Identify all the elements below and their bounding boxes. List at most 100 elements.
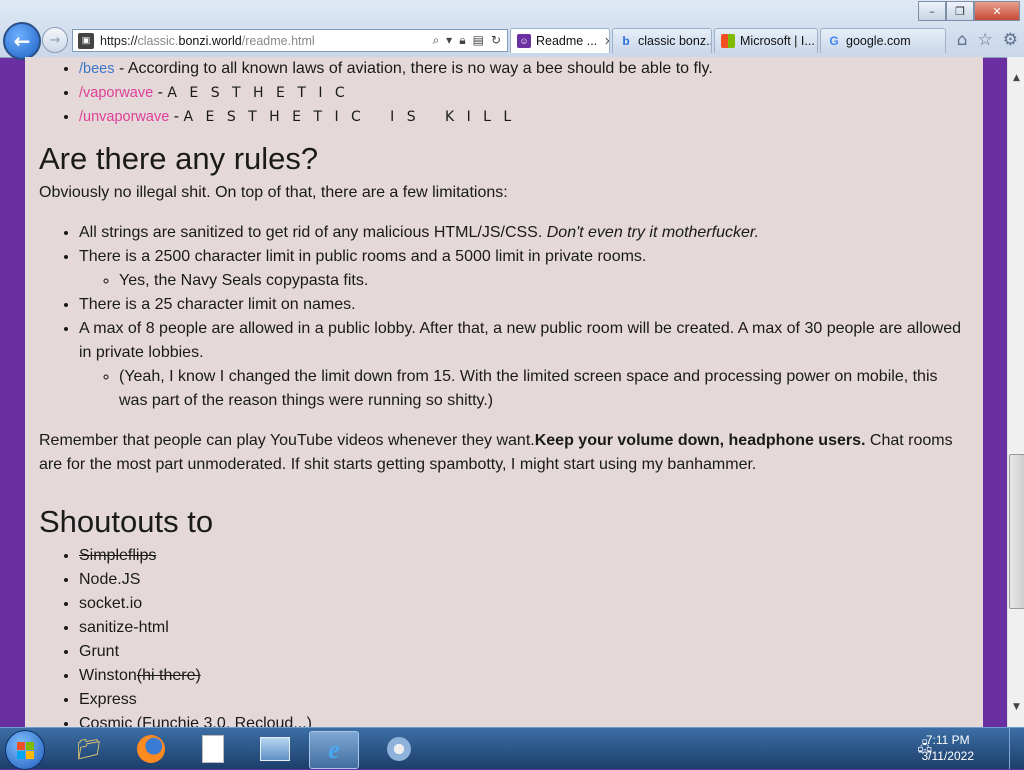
rule-item: A max of 8 people are allowed in a publi…	[79, 317, 969, 413]
shoutout-item: Grunt	[79, 640, 969, 664]
rules-intro: Obviously no illegal shit. On top of tha…	[39, 184, 508, 201]
remember-bold: Keep your volume down, headphone users.	[534, 432, 866, 449]
shoutouts-list: Simpleflips Node.JS socket.io sanitize-h…	[39, 544, 969, 727]
taskbar-firefox[interactable]	[127, 731, 175, 767]
address-bar[interactable]: ▣ https://classic. bonzi.world/readme.htm…	[72, 29, 508, 52]
list-item: /bees - According to all known laws of a…	[79, 57, 969, 81]
arrow-right-icon: →	[49, 32, 61, 48]
compatibility-icon[interactable]: ▤	[473, 33, 484, 48]
command-desc: -	[157, 84, 168, 101]
dropdown-icon[interactable]: ▾	[446, 33, 452, 48]
rule-emphasis: Don't even try it motherfucker.	[546, 224, 760, 241]
url-path: /readme.html	[241, 33, 315, 48]
shoutout-item: Winston(hi there)	[79, 664, 969, 688]
rule-text: All strings are sanitized to get rid of …	[79, 224, 547, 241]
rule-sublist: (Yeah, I know I changed the limit down f…	[79, 365, 969, 413]
browser-tools: ⌂ ☆ ⚙	[957, 30, 1018, 50]
command-desc: -	[173, 108, 184, 125]
folder-icon: 📁︎	[76, 737, 102, 761]
tab-strip: ☺ Readme ... ✕ b classic bonz... Microso…	[510, 28, 946, 53]
restore-button[interactable]: ❐	[946, 1, 974, 21]
tab-microsoft[interactable]: Microsoft | I...	[714, 28, 818, 53]
clock-date: 3/11/2022	[921, 749, 975, 763]
remember-text: Remember that people can play YouTube vi…	[39, 432, 535, 449]
lock-icon[interactable]: 🔒︎	[459, 33, 465, 48]
gear-icon[interactable]: ⚙	[1003, 30, 1018, 50]
readme-content: /bees - According to all known laws of a…	[39, 57, 969, 727]
start-button[interactable]	[5, 730, 45, 770]
command-desc: - According to all known laws of aviatio…	[118, 60, 713, 77]
taskbar: 📁︎ e 🖧︎ 7:11 PM 3/11/2022	[0, 727, 1024, 770]
shoutout-item: socket.io	[79, 592, 969, 616]
shoutout-note: (hi there)	[136, 667, 201, 684]
show-desktop-button[interactable]	[1009, 728, 1024, 769]
remember-paragraph: Remember that people can play YouTube vi…	[39, 429, 969, 477]
refresh-icon[interactable]: ↻	[491, 33, 501, 48]
clock-time: 7:11 PM	[925, 733, 970, 747]
scrollbar-thumb[interactable]	[1009, 454, 1024, 609]
shoutout-item: sanitize-html	[79, 616, 969, 640]
internet-explorer-icon: e	[328, 735, 340, 764]
url-host: bonzi.world	[178, 33, 242, 48]
forward-button[interactable]: →	[42, 27, 68, 53]
shoutout-item: Simpleflips	[79, 544, 969, 568]
bing-favicon-icon: b	[622, 34, 630, 48]
tab-classic-bonzi[interactable]: b classic bonz...	[612, 28, 712, 53]
rule-item: All strings are sanitized to get rid of …	[79, 221, 969, 245]
minimize-button[interactable]: –	[918, 1, 946, 21]
scroll-up-icon[interactable]: ▲	[1008, 69, 1024, 86]
tab-label: classic bonz...	[638, 34, 712, 48]
taskbar-notepad[interactable]	[189, 731, 237, 767]
document-icon	[202, 735, 224, 763]
firefox-icon	[137, 735, 165, 763]
rule-item: There is a 2500 character limit in publi…	[79, 245, 969, 293]
url-subdomain: classic.	[137, 33, 179, 48]
home-icon[interactable]: ⌂	[957, 30, 968, 50]
browser-chrome: – ❐ ✕ ← → ▣ https://classic. bonzi.world /…	[0, 0, 1024, 60]
command-list: /bees - According to all known laws of a…	[39, 57, 969, 129]
rule-text: There is a 2500 character limit in publi…	[79, 248, 647, 265]
list-item: /vaporwave - A E S T H E T I C	[79, 81, 969, 105]
control-panel-icon	[260, 737, 290, 761]
taskbar-explorer[interactable]: 📁︎	[65, 731, 113, 767]
taskbar-internet-explorer[interactable]: e	[309, 731, 359, 769]
media-player-icon	[387, 737, 411, 761]
shoutout-item: Cosmic (Funchie 3.0, Recloud...)	[79, 712, 969, 727]
google-favicon-icon: G	[829, 34, 839, 48]
bonzi-favicon-icon: ☺	[517, 34, 531, 48]
taskbar-media-player[interactable]	[375, 731, 423, 767]
shoutout-item: Express	[79, 688, 969, 712]
command-link-vaporwave[interactable]: /vaporwave	[79, 85, 153, 101]
system-clock[interactable]: 7:11 PM 3/11/2022	[922, 732, 975, 764]
site-favicon-icon: ▣	[78, 32, 94, 49]
command-link-bees[interactable]: /bees	[79, 61, 114, 77]
shoutout-item: Node.JS	[79, 568, 969, 592]
scroll-down-icon[interactable]: ▼	[1008, 698, 1024, 715]
close-tab-icon[interactable]: ✕	[604, 35, 609, 48]
page-viewport: /bees - According to all known laws of a…	[25, 57, 983, 727]
tab-google[interactable]: G google.com	[820, 28, 946, 53]
aesthetic-text: A E S T H E T I C	[167, 85, 349, 101]
windows-logo-icon	[16, 741, 34, 759]
close-window-button[interactable]: ✕	[974, 1, 1020, 21]
search-icon[interactable]: ⌕	[432, 33, 439, 48]
rules-list: All strings are sanitized to get rid of …	[39, 221, 969, 413]
microsoft-logo-icon	[721, 34, 735, 48]
url-scheme: https://	[100, 33, 138, 48]
window-controls: – ❐ ✕	[918, 1, 1020, 21]
rule-subitem: Yes, the Navy Seals copypasta fits.	[119, 269, 969, 293]
favorites-star-icon[interactable]: ☆	[978, 30, 993, 50]
shoutout-name: Winston	[79, 667, 137, 684]
shoutouts-heading: Shoutouts to	[39, 504, 214, 539]
rules-heading: Are there any rules?	[39, 141, 319, 176]
vertical-scrollbar[interactable]: ▲ ▼	[1007, 57, 1024, 727]
rule-sublist: Yes, the Navy Seals copypasta fits.	[79, 269, 969, 293]
tab-label: google.com	[846, 34, 911, 48]
tab-readme[interactable]: ☺ Readme ... ✕	[510, 28, 610, 53]
command-link-unvaporwave[interactable]: /unvaporwave	[79, 109, 169, 125]
address-bar-icons: ⌕ ▾ 🔒︎ ▤ ↻	[432, 33, 507, 48]
taskbar-control-panel[interactable]	[251, 731, 299, 767]
back-button[interactable]: ←	[3, 22, 41, 60]
arrow-left-icon: ←	[13, 29, 31, 53]
rule-subitem: (Yeah, I know I changed the limit down f…	[119, 365, 969, 413]
